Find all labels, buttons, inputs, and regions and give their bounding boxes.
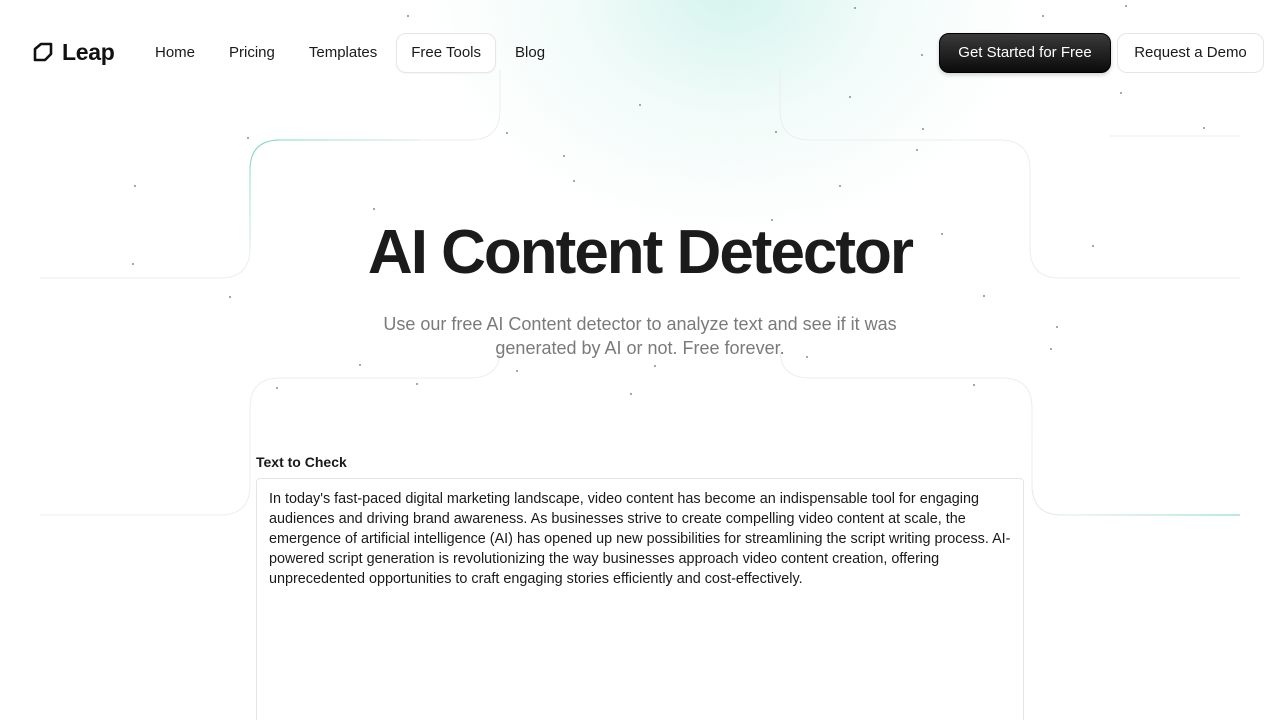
- nav-item-pricing[interactable]: Pricing: [214, 33, 290, 73]
- brand-name: Leap: [62, 38, 115, 65]
- brand-logo[interactable]: Leap: [32, 38, 115, 66]
- nav-item-templates[interactable]: Templates: [294, 33, 392, 73]
- request-demo-button[interactable]: Request a Demo: [1117, 33, 1264, 73]
- text-to-check-label: Text to Check: [256, 454, 347, 470]
- page-subtitle: Use our free AI Content detector to anal…: [383, 314, 897, 358]
- site-header: Leap Home Pricing Templates Free Tools B…: [0, 0, 1280, 106]
- get-started-button[interactable]: Get Started for Free: [939, 33, 1111, 73]
- main-nav: Home Pricing Templates Free Tools Blog: [140, 33, 560, 73]
- leap-logo-icon: [32, 41, 54, 63]
- nav-item-home[interactable]: Home: [140, 33, 210, 73]
- nav-item-blog[interactable]: Blog: [500, 33, 560, 73]
- page: Leap Home Pricing Templates Free Tools B…: [0, 0, 1280, 720]
- page-title: AI Content Detector: [367, 218, 914, 287]
- text-to-check-input[interactable]: In today's fast-paced digital marketing …: [256, 478, 1024, 720]
- nav-item-free-tools[interactable]: Free Tools: [396, 33, 497, 73]
